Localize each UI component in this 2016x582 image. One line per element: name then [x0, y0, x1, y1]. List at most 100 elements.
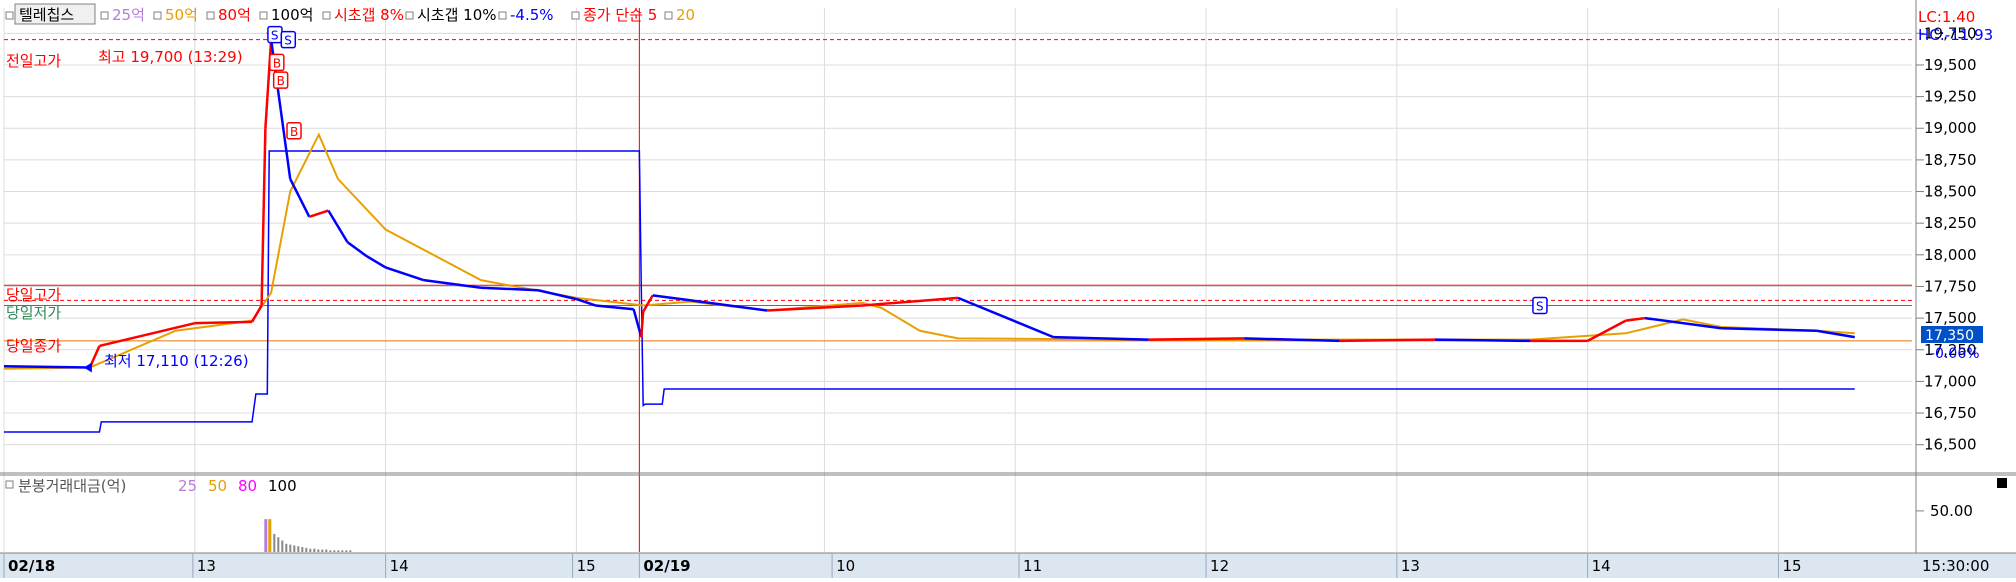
- legend-label: -4.5%: [510, 6, 554, 24]
- volume-bar: [321, 549, 324, 552]
- price-tick-label: 19,000: [1924, 119, 1977, 137]
- volume-bar: [289, 544, 292, 552]
- volume-bar: [341, 550, 344, 552]
- price-tick-label: 18,000: [1924, 246, 1977, 264]
- volume-bar: [277, 537, 280, 552]
- legend-checkbox-icon: [5, 11, 14, 20]
- legend-label: 50억: [165, 6, 198, 24]
- time-label: 14: [390, 557, 409, 575]
- price-tick-label: 17,750: [1924, 277, 1977, 295]
- high-note: 최고 19,700 (13:29): [98, 48, 243, 66]
- lc-readout: LC:1.40: [1918, 8, 1975, 26]
- time-axis-panel: [0, 553, 2016, 578]
- volume-bar: [293, 545, 296, 552]
- legend-label: 종가 단순 5: [583, 6, 657, 24]
- volume-spike-bar: [264, 519, 268, 552]
- volume-bar: [297, 546, 300, 552]
- stock-chart-window: SSBBBS 50.00 19,750 19,500 19,250 19,000 18,…: [0, 0, 2016, 578]
- buy-signal-icon: B: [273, 56, 281, 70]
- price-tick-label: 17,000: [1924, 372, 1977, 390]
- volume-settings-icon[interactable]: [1997, 478, 2007, 488]
- volume-bar: [273, 533, 276, 552]
- volume-bar: [285, 543, 288, 552]
- current-price-value: 17,350: [1925, 328, 1974, 344]
- volume-bar: [333, 550, 336, 552]
- volume-bar: [349, 550, 352, 552]
- price-tick-label: 17,500: [1924, 309, 1977, 327]
- time-label: 13: [1401, 557, 1420, 575]
- legend-item[interactable]: 종가 단순 5: [571, 6, 657, 24]
- volume-tick-label: 50.00: [1930, 502, 1973, 520]
- low-note: 최저 17,110 (12:26): [104, 352, 249, 370]
- prev-high-label: 전일고가: [6, 52, 61, 70]
- volume-legend-label: 100: [268, 477, 297, 495]
- volume-spike-bar: [268, 519, 272, 552]
- legend-checkbox-icon: [206, 11, 215, 20]
- volume-bar: [281, 540, 284, 552]
- price-segment: [194, 320, 253, 325]
- time-readout: 15:30:00: [1922, 557, 1989, 575]
- legend-item[interactable]: 텔레칩스: [5, 3, 96, 25]
- volume-bar: [309, 548, 312, 552]
- legend-label: 25억: [112, 6, 145, 24]
- buy-signal-icon: B: [290, 125, 298, 139]
- legend-checkbox-icon: [100, 11, 109, 20]
- legend-checkbox-icon: [153, 11, 162, 20]
- day-low-label: 당일저가: [6, 304, 61, 322]
- volume-bar: [345, 550, 348, 552]
- buy-signal-icon: B: [277, 74, 285, 88]
- volume-bar: [301, 547, 304, 552]
- volume-bar: [305, 547, 308, 552]
- price-segment: [1339, 338, 1436, 343]
- legend-checkbox-icon: [664, 11, 673, 20]
- time-label: 12: [1210, 557, 1229, 575]
- sell-signal-icon: S: [1536, 299, 1544, 313]
- volume-bar: [329, 550, 332, 552]
- legend-checkbox-icon: [259, 11, 268, 20]
- volume-bar: [337, 550, 340, 552]
- volume-legend-label: 50: [208, 477, 227, 495]
- legend-checkbox-icon: [498, 11, 507, 20]
- sell-signal-icon: S: [284, 34, 292, 48]
- legend-label: 시초갭 10%: [417, 6, 497, 24]
- price-tick-label: 18,750: [1924, 151, 1977, 169]
- price-tick-label: 19,500: [1924, 56, 1977, 74]
- day-high-label: 당일고가: [6, 286, 61, 304]
- chart-background: [0, 0, 2016, 578]
- time-label: 13: [197, 557, 216, 575]
- volume-legend-checkbox-icon: [5, 480, 14, 489]
- hc-readout: HC:-11.93: [1918, 26, 1993, 44]
- legend-label: 텔레칩스: [19, 6, 74, 24]
- price-tick-label: 16,500: [1924, 436, 1977, 454]
- legend-checkbox-icon: [571, 11, 580, 20]
- volume-bar: [325, 549, 328, 552]
- legend-label: 시초갭 8%: [334, 6, 404, 24]
- time-label: 15: [1782, 557, 1801, 575]
- time-label: 02/19: [643, 557, 690, 575]
- legend-label: 100억: [271, 6, 313, 24]
- time-label: 15: [577, 557, 596, 575]
- price-tick-label: 19,250: [1924, 88, 1977, 106]
- legend-item[interactable]: 시초갭 8%: [322, 6, 404, 24]
- price-segment: [1148, 337, 1245, 341]
- price-tick-label: 18,250: [1924, 214, 1977, 232]
- time-label: 02/18: [8, 557, 55, 575]
- time-label: 10: [836, 557, 855, 575]
- price-segment: [3, 364, 90, 369]
- chart-canvas[interactable]: S SBBBS 50.00 19,75019,50019,25019,00018,…: [0, 0, 2016, 578]
- price-segment: [1434, 338, 1531, 343]
- current-change-value: -0.06%: [1930, 346, 1980, 362]
- time-label: 14: [1592, 557, 1611, 575]
- legend-checkbox-icon: [405, 11, 414, 20]
- sell-signal-icon: S: [271, 29, 279, 43]
- volume-legend-label: 25: [178, 477, 197, 495]
- time-label: 11: [1023, 557, 1042, 575]
- legend-item[interactable]: 시초갭 10%: [405, 6, 497, 24]
- price-tick-label: 16,750: [1924, 404, 1977, 422]
- volume-legend-label: 80: [238, 477, 257, 495]
- legend-label: 20: [676, 6, 695, 24]
- legend-checkbox-icon: [322, 11, 331, 20]
- volume-legend-title: 분봉거래대금(억): [18, 477, 126, 495]
- day-close-label: 당일종가: [6, 337, 61, 355]
- volume-bar: [313, 548, 316, 552]
